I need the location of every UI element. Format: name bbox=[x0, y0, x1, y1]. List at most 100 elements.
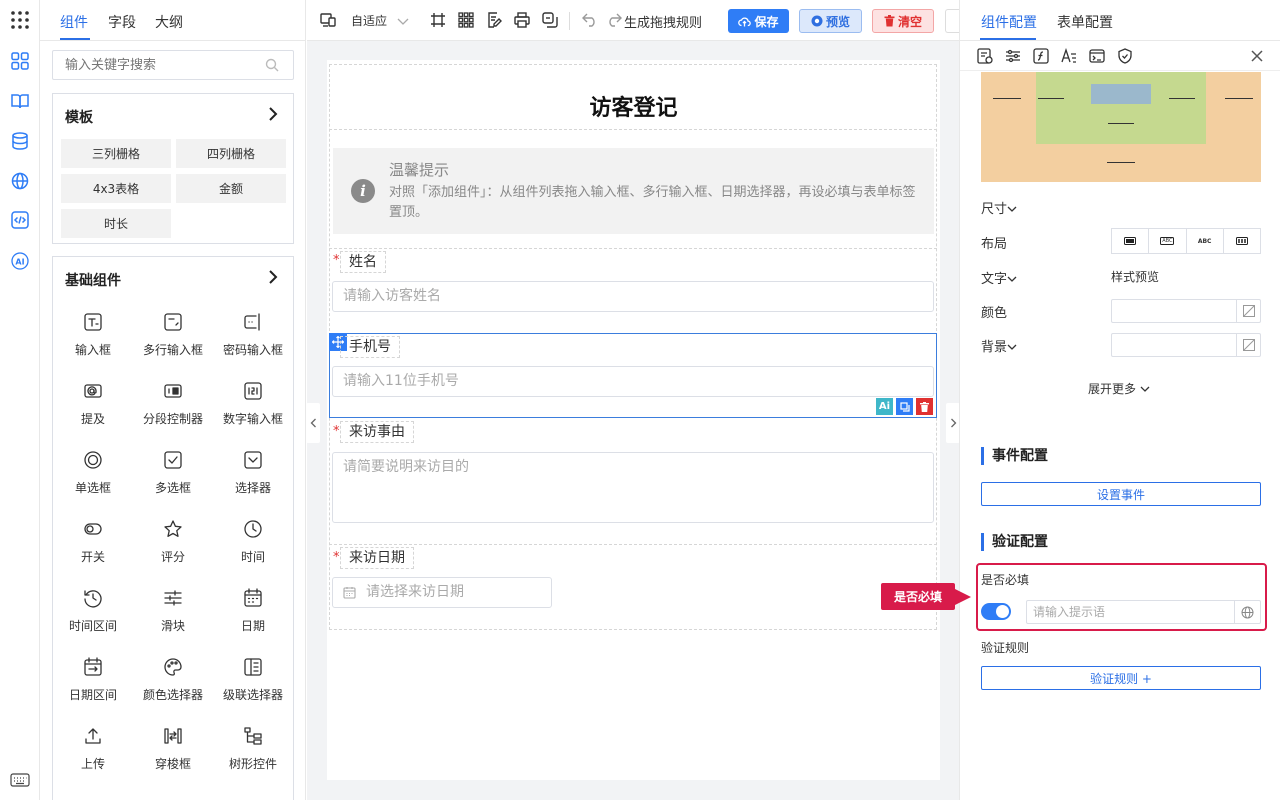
template-amount[interactable]: 金额 bbox=[176, 174, 286, 203]
component-item[interactable]: 时间区间 bbox=[53, 585, 133, 634]
props-icon[interactable] bbox=[976, 47, 994, 65]
component-item[interactable]: 日期区间 bbox=[53, 654, 133, 703]
component-item[interactable]: 穿梭框 bbox=[133, 723, 213, 772]
background-input[interactable] bbox=[1111, 333, 1261, 357]
component-item[interactable]: 多行输入框 bbox=[133, 309, 213, 358]
component-item[interactable]: 输入框 bbox=[53, 309, 133, 358]
copy-icon[interactable] bbox=[541, 11, 559, 29]
component-item[interactable]: 颜色选择器 bbox=[133, 654, 213, 703]
phone-input[interactable]: 请输入11位手机号 bbox=[332, 366, 934, 397]
size-label[interactable]: 尺寸 bbox=[981, 198, 1017, 217]
chevron-right-icon[interactable] bbox=[267, 269, 279, 289]
template-three-col-grid[interactable]: 三列栅格 bbox=[61, 139, 171, 168]
margin-right-value[interactable] bbox=[1225, 98, 1253, 99]
chevron-right-icon[interactable] bbox=[267, 106, 279, 126]
reason-label[interactable]: 来访事由 bbox=[340, 421, 414, 443]
delete-action-icon[interactable] bbox=[916, 398, 933, 415]
component-item[interactable]: 评分 bbox=[133, 516, 213, 565]
component-item[interactable]: 日期 bbox=[213, 585, 293, 634]
component-item[interactable]: 滑块 bbox=[133, 585, 213, 634]
chevron-down-icon[interactable] bbox=[394, 13, 412, 31]
script-icon[interactable] bbox=[1088, 47, 1106, 65]
margin-left-value[interactable] bbox=[993, 98, 1021, 99]
search-input[interactable] bbox=[65, 51, 265, 79]
ai-icon[interactable]: AI bbox=[8, 249, 32, 273]
device-icon[interactable] bbox=[319, 11, 337, 29]
date-label[interactable]: 来访日期 bbox=[340, 547, 414, 569]
sliders-icon[interactable] bbox=[1004, 47, 1022, 65]
collapse-left-icon[interactable] bbox=[306, 403, 320, 443]
color-picker-icon[interactable] bbox=[1236, 334, 1260, 356]
clear-button[interactable]: 清空 bbox=[872, 9, 934, 33]
app-grid-icon[interactable] bbox=[8, 8, 32, 32]
redo-icon[interactable] bbox=[605, 11, 623, 29]
component-item[interactable]: 密码输入框 bbox=[213, 309, 293, 358]
frame-icon[interactable] bbox=[429, 11, 447, 29]
name-input[interactable]: 请输入访客姓名 bbox=[332, 281, 934, 312]
globe-icon[interactable] bbox=[8, 169, 32, 193]
more-button[interactable] bbox=[945, 9, 959, 33]
set-event-button[interactable]: 设置事件 bbox=[981, 482, 1261, 506]
layout-inline-option[interactable]: ABC bbox=[1149, 229, 1187, 253]
margin-bottom-value[interactable] bbox=[1107, 162, 1135, 163]
template-duration[interactable]: 时长 bbox=[61, 209, 171, 238]
template-four-col-grid[interactable]: 四列栅格 bbox=[176, 139, 286, 168]
add-rule-button[interactable]: 验证规则 + bbox=[981, 666, 1261, 690]
expand-more-button[interactable]: 展开更多 bbox=[1088, 380, 1150, 397]
generate-drag-rules[interactable]: 生成拖拽规则 bbox=[624, 12, 702, 31]
component-item[interactable]: 开关 bbox=[53, 516, 133, 565]
layout-inline-text-option[interactable]: ABC bbox=[1187, 229, 1224, 253]
phone-label[interactable]: 手机号 bbox=[340, 336, 400, 358]
device-mode-label[interactable]: 自适应 bbox=[351, 12, 387, 29]
close-icon[interactable] bbox=[1248, 47, 1266, 65]
edit-doc-icon[interactable] bbox=[485, 11, 503, 29]
preview-button[interactable]: 预览 bbox=[799, 9, 862, 33]
required-hint-input[interactable]: 请输入提示语 bbox=[1026, 600, 1261, 624]
reason-textarea[interactable]: 请简要说明来访目的 bbox=[332, 452, 934, 523]
text-style-icon[interactable] bbox=[1060, 47, 1078, 65]
required-toggle[interactable] bbox=[981, 603, 1011, 620]
code-icon[interactable] bbox=[8, 208, 32, 232]
padding-bottom-value[interactable] bbox=[1108, 123, 1134, 124]
function-icon[interactable] bbox=[1032, 47, 1050, 65]
color-input[interactable] bbox=[1111, 299, 1261, 323]
name-label[interactable]: 姓名 bbox=[340, 251, 386, 273]
grid-icon[interactable] bbox=[457, 11, 475, 29]
component-item[interactable]: 树形控件 bbox=[213, 723, 293, 772]
globe-icon[interactable] bbox=[1234, 601, 1260, 623]
components-icon[interactable] bbox=[8, 49, 32, 73]
bg-label[interactable]: 背景 bbox=[981, 336, 1017, 355]
layout-block-option[interactable] bbox=[1112, 229, 1150, 253]
tab-outline[interactable]: 大纲 bbox=[155, 12, 183, 32]
layout-flex-option[interactable] bbox=[1224, 229, 1260, 253]
text-label[interactable]: 文字 bbox=[981, 268, 1017, 287]
ai-action-button[interactable]: Ai bbox=[876, 398, 893, 415]
component-item[interactable]: 时间 bbox=[213, 516, 293, 565]
phone-field-block[interactable]: 手机号 请输入11位手机号 Ai bbox=[329, 333, 937, 418]
book-icon[interactable] bbox=[8, 89, 32, 113]
component-item[interactable]: 选择器 bbox=[213, 447, 293, 496]
color-picker-icon[interactable] bbox=[1236, 300, 1260, 322]
database-icon[interactable] bbox=[8, 129, 32, 153]
component-item[interactable]: 提及 bbox=[53, 378, 133, 427]
component-item[interactable]: 上传 bbox=[53, 723, 133, 772]
tab-form-config[interactable]: 表单配置 bbox=[1057, 12, 1113, 32]
save-button[interactable]: 保存 bbox=[728, 9, 789, 33]
date-input[interactable]: 请选择来访日期 bbox=[332, 577, 552, 608]
copy-action-icon[interactable] bbox=[896, 398, 913, 415]
keyboard-icon[interactable] bbox=[8, 768, 32, 792]
padding-left-value[interactable] bbox=[1038, 98, 1064, 99]
template-4x3-table[interactable]: 4x3表格 bbox=[61, 174, 171, 203]
tab-fields[interactable]: 字段 bbox=[108, 12, 136, 32]
collapse-right-icon[interactable] bbox=[946, 403, 960, 443]
component-item[interactable]: 分段控制器 bbox=[133, 378, 213, 427]
print-icon[interactable] bbox=[513, 11, 531, 29]
shield-icon[interactable] bbox=[1116, 47, 1134, 65]
component-item[interactable]: 多选框 bbox=[133, 447, 213, 496]
component-item[interactable]: 数字输入框 bbox=[213, 378, 293, 427]
tab-components[interactable]: 组件 bbox=[60, 12, 88, 32]
padding-right-value[interactable] bbox=[1169, 98, 1195, 99]
component-item[interactable]: 级联选择器 bbox=[213, 654, 293, 703]
undo-icon[interactable] bbox=[581, 11, 599, 29]
tab-component-config[interactable]: 组件配置 bbox=[981, 12, 1037, 32]
